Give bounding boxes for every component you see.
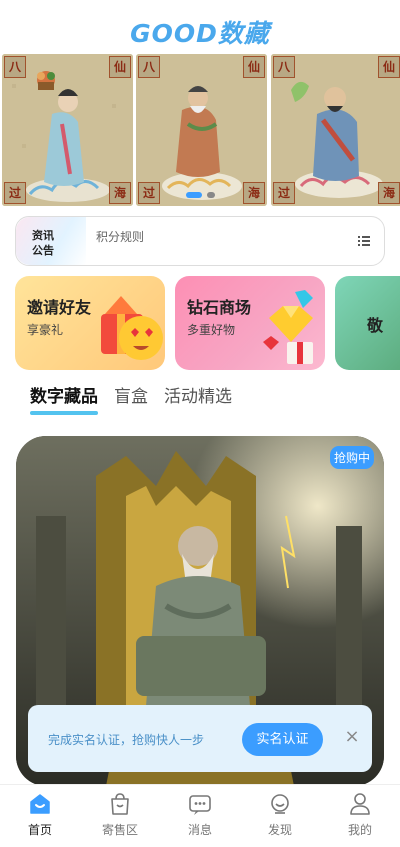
corner-seal: 八	[138, 56, 160, 78]
tab-blind-box[interactable]: 盲盒	[114, 382, 148, 415]
promo-diamond-mall[interactable]: 钻石商场 多重好物	[175, 276, 325, 370]
shopping-bag-icon	[111, 793, 129, 815]
banner-panel[interactable]: 八 仙 过 海	[2, 54, 133, 206]
discover-icon	[271, 794, 289, 814]
tabbar-label: 发现	[267, 823, 292, 837]
corner-seal: 海	[109, 182, 131, 204]
message-icon	[189, 795, 211, 815]
promo-title: 敬	[367, 316, 384, 335]
carousel-indicator	[186, 192, 215, 198]
gift-emoji-icon	[101, 296, 163, 360]
tabbar-label: 消息	[187, 823, 212, 837]
tabbar-item-messages[interactable]: 消息	[160, 785, 240, 847]
tab-digital-collections[interactable]: 数字藏品	[30, 382, 98, 415]
home-icon	[30, 794, 50, 814]
notice-tag: 资讯 公告	[16, 217, 86, 265]
verification-banner: 完成实名认证，抢购快人一步 实名认证 ×	[28, 705, 372, 772]
tabbar-item-home[interactable]: 首页	[0, 785, 80, 847]
app-title: GOOD数藏	[130, 19, 270, 48]
banner-panel[interactable]: 八 仙 过 海	[136, 54, 267, 206]
tabbar-label: 寄售区	[101, 823, 138, 837]
verification-prompt-text: 完成实名认证，抢购快人一步	[48, 733, 205, 747]
corner-seal: 仙	[243, 56, 265, 78]
promo-invite-friends[interactable]: 邀请好友 享豪礼	[15, 276, 165, 370]
corner-seal: 海	[243, 182, 265, 204]
notice-text[interactable]: 积分规则	[96, 228, 144, 245]
category-tabs: 数字藏品 盲盒 活动精选	[30, 382, 232, 415]
tabbar-label: 首页	[27, 823, 52, 837]
promo-title: 邀请好友	[27, 298, 92, 317]
tabbar-item-consignment[interactable]: 寄售区	[80, 785, 160, 847]
promo-title: 钻石商场	[187, 298, 252, 317]
tab-featured-events[interactable]: 活动精选	[164, 382, 232, 415]
list-icon[interactable]	[358, 235, 370, 247]
diamond-icon	[263, 290, 313, 364]
corner-seal: 海	[378, 182, 400, 204]
close-icon[interactable]: ×	[342, 727, 362, 747]
banner-panel[interactable]: 八 仙 过 海	[271, 54, 400, 206]
verify-button[interactable]: 实名认证	[242, 723, 323, 756]
banner-carousel[interactable]: 八 仙 过 海 八 仙 过 海 八 仙 过 海	[0, 54, 400, 206]
tabbar-item-discover[interactable]: 发现	[240, 785, 320, 847]
profile-icon	[350, 793, 370, 815]
corner-seal: 仙	[378, 56, 400, 78]
corner-seal: 过	[138, 182, 160, 204]
corner-seal: 过	[273, 182, 295, 204]
corner-seal: 八	[273, 56, 295, 78]
promo-card-partial[interactable]: 敬	[335, 276, 400, 370]
carousel-dot[interactable]	[207, 192, 215, 198]
promo-subtitle: 多重好物	[187, 323, 236, 337]
bottom-tab-bar: 首页 寄售区 消息 发现 我的	[0, 784, 400, 847]
corner-seal: 仙	[109, 56, 131, 78]
corner-seal: 八	[4, 56, 26, 78]
tabbar-item-profile[interactable]: 我的	[320, 785, 400, 847]
notice-tag-line2: 公告	[32, 244, 54, 257]
notice-bar[interactable]: 资讯 公告 积分规则	[15, 216, 385, 266]
notice-tag-line1: 资讯	[32, 229, 54, 242]
promo-subtitle: 享豪礼	[27, 323, 64, 337]
carousel-dot-active[interactable]	[186, 192, 202, 198]
status-badge: 抢购中	[329, 446, 374, 469]
tabbar-label: 我的	[347, 823, 372, 837]
corner-seal: 过	[4, 182, 26, 204]
